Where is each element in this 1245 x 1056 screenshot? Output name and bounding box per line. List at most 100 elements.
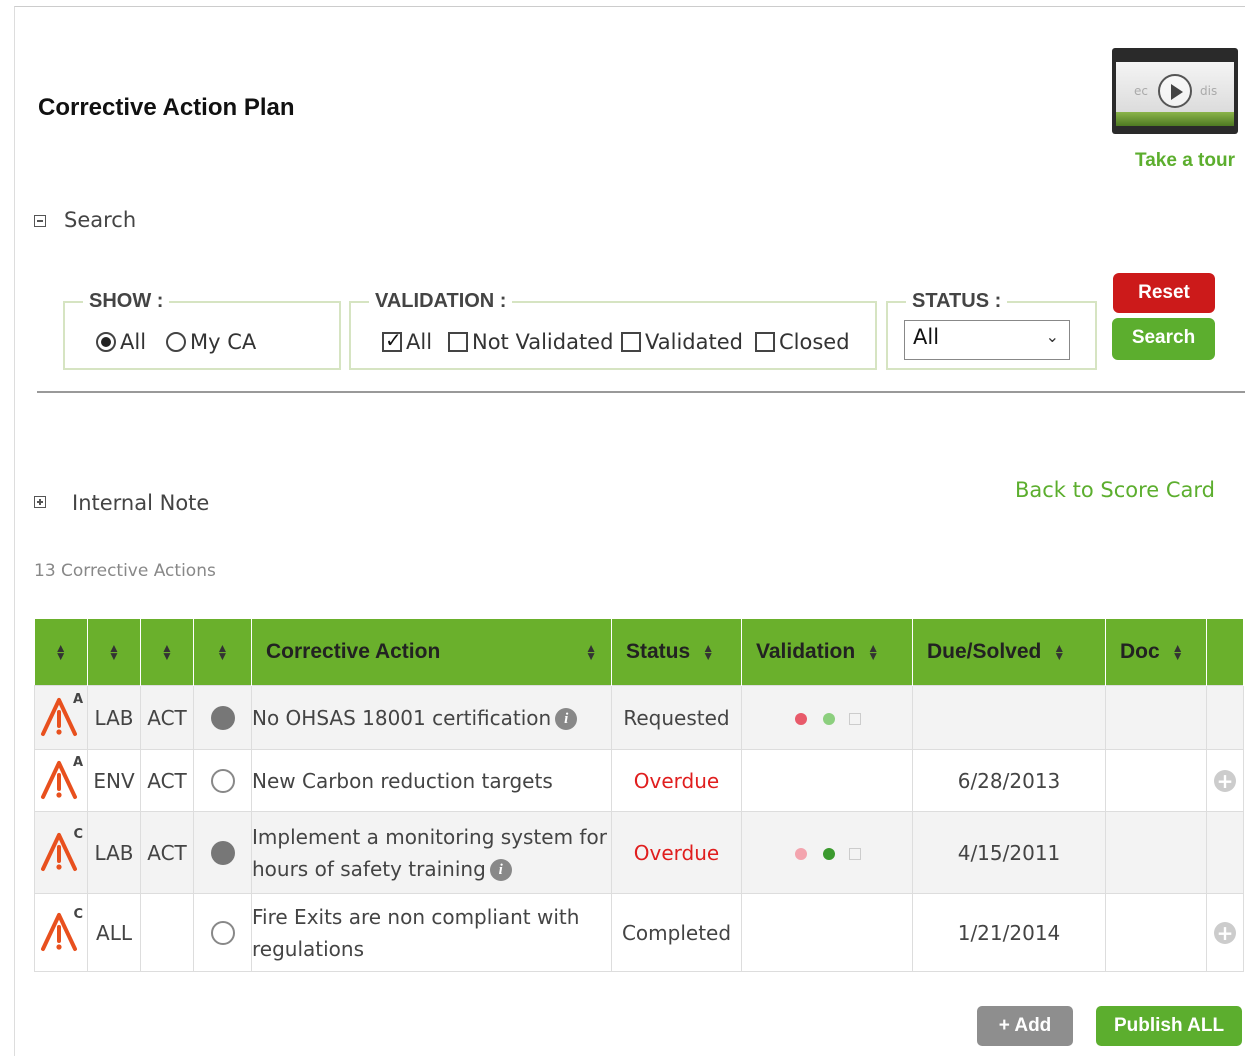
risk-letter: C (73, 906, 83, 922)
validation-option-all[interactable]: All (382, 328, 432, 354)
sort-column-4[interactable]: ▲ ▼ (193, 619, 252, 686)
table-row[interactable]: C ALL Fire Exits are non compliant with re… (34, 893, 1244, 972)
sort-icon: ▲ ▼ (1053, 641, 1066, 663)
add-button[interactable]: + Add (977, 1006, 1073, 1046)
show-option-all[interactable]: All (96, 330, 146, 354)
sort-icon: ▲ ▼ (161, 641, 173, 664)
validation-dot-1 (823, 713, 835, 725)
type-cell: ACT (140, 811, 194, 894)
radio-my-ca[interactable] (166, 332, 186, 352)
checkbox-validated[interactable] (621, 332, 641, 352)
take-a-tour-link[interactable]: Take a tour (1135, 150, 1235, 172)
header-doc[interactable]: Doc ▲ ▼ (1105, 619, 1207, 686)
type-cell: ACT (140, 685, 194, 750)
doc-cell (1105, 685, 1207, 750)
priority-cell (193, 749, 252, 812)
category-cell: LAB (87, 811, 141, 894)
back-to-score-card-link[interactable]: Back to Score Card (1015, 478, 1215, 502)
header-corrective-action[interactable]: Corrective Action ▲ ▼ (251, 619, 612, 686)
risk-letter: A (72, 754, 83, 770)
reset-button[interactable]: Reset (1113, 273, 1215, 313)
checkbox-not-validated[interactable] (448, 332, 468, 352)
thumbnail-watermark-left: ec (1134, 84, 1148, 98)
priority-circle-icon (210, 769, 235, 794)
show-option-my-ca[interactable]: My CA (166, 330, 256, 354)
corrective-action-link[interactable]: Fire Exits are non compliant with regula… (252, 905, 579, 961)
table-row[interactable]: A LAB ACT No OHSAS 18001 certification i Requ… (34, 685, 1244, 750)
status-select-value: All (913, 325, 940, 349)
risk-letter: A (72, 691, 83, 707)
corrective-action-link[interactable]: New Carbon reduction targets (252, 769, 553, 793)
corrective-action-link[interactable]: Implement a monitoring system for hours … (252, 825, 607, 881)
header-due-solved[interactable]: Due/Solved ▲ ▼ (912, 619, 1106, 686)
sort-column-2[interactable]: ▲ ▼ (87, 619, 141, 686)
show-legend: SHOW : (89, 290, 164, 312)
info-icon[interactable]: i (489, 859, 512, 881)
header-corrective-action-label: Corrective Action (266, 640, 441, 663)
radio-all-selected[interactable] (96, 332, 116, 352)
info-icon[interactable]: i (555, 708, 578, 730)
doc-cell (1105, 749, 1207, 812)
warning-icon: A (39, 692, 83, 740)
validation-closed-square (849, 713, 861, 725)
validation-cell (741, 811, 913, 894)
validation-cell (741, 685, 913, 750)
collapse-search-icon[interactable] (34, 215, 46, 227)
corrective-actions-count: 13 Corrective Actions (34, 561, 216, 581)
search-button[interactable]: Search (1112, 318, 1215, 360)
category-cell: ENV (87, 749, 141, 812)
risk-cell: C (34, 811, 88, 894)
tour-video-thumbnail[interactable]: ec dis (1112, 48, 1238, 134)
play-icon[interactable] (1158, 74, 1192, 108)
corrective-actions-table: ▲ ▼ ▲ ▼ ▲ ▼ ▲ ▼ Corrective Action ▲ ▼ Status ▲ ▼… (34, 619, 1244, 972)
search-section-label[interactable]: Search (64, 208, 136, 232)
priority-circle-icon (210, 706, 235, 731)
corrective-action-cell[interactable]: No OHSAS 18001 certification i (251, 685, 612, 750)
due-cell: 1/21/2014 (912, 893, 1106, 972)
sort-icon: ▲ ▼ (585, 641, 597, 663)
header-empty (1206, 619, 1244, 686)
corrective-action-cell[interactable]: Fire Exits are non compliant with regula… (251, 893, 612, 972)
checkbox-all-checked[interactable] (382, 328, 402, 352)
sort-column-3[interactable]: ▲ ▼ (140, 619, 194, 686)
category-cell: ALL (87, 893, 141, 972)
internal-note-label[interactable]: Internal Note (72, 491, 209, 515)
header-status[interactable]: Status ▲ ▼ (611, 619, 742, 686)
sort-icon: ▲ ▼ (216, 641, 229, 664)
checkbox-closed[interactable] (755, 332, 775, 352)
validation-dot-0 (795, 713, 807, 725)
validation-cell (741, 893, 913, 972)
due-cell: 4/15/2011 (912, 811, 1106, 894)
validation-option-not-validated[interactable]: Not Validated (448, 330, 613, 354)
corrective-action-cell[interactable]: New Carbon reduction targets (251, 749, 612, 812)
header-validation[interactable]: Validation ▲ ▼ (741, 619, 913, 686)
doc-cell (1105, 811, 1207, 894)
validation-cell (741, 749, 913, 812)
sort-column-1[interactable]: ▲ ▼ (34, 619, 88, 686)
risk-cell: C (34, 893, 88, 972)
table-header-row: ▲ ▼ ▲ ▼ ▲ ▼ ▲ ▼ Corrective Action ▲ ▼ Status ▲ ▼… (34, 619, 1244, 686)
header-status-label: Status (626, 640, 691, 663)
table-row[interactable]: C LAB ACT Implement a monitoring system for… (34, 811, 1244, 894)
corrective-action-cell[interactable]: Implement a monitoring system for hours … (251, 811, 612, 894)
expand-internal-note-icon[interactable] (34, 496, 46, 508)
sort-icon: ▲ ▼ (867, 641, 880, 663)
table-row[interactable]: A ENV ACT New Carbon reduction targets Overd… (34, 749, 1244, 812)
priority-cell (193, 893, 252, 972)
category-cell: LAB (87, 685, 141, 750)
publish-all-button[interactable]: Publish ALL (1096, 1006, 1242, 1046)
validation-legend: VALIDATION : (375, 290, 507, 312)
add-circle-icon[interactable]: + (1214, 769, 1236, 792)
status-select[interactable]: All ⌄ (904, 320, 1070, 360)
validation-option-closed[interactable]: Closed (755, 330, 850, 354)
validation-option-validated[interactable]: Validated (621, 330, 743, 354)
corrective-action-link[interactable]: No OHSAS 18001 certification (252, 706, 551, 730)
validation-not-validated-label: Not Validated (472, 330, 614, 354)
status-cell: Requested (611, 685, 742, 750)
due-cell (912, 685, 1106, 750)
sort-icon: ▲ ▼ (702, 641, 715, 663)
warning-icon: A (39, 755, 83, 803)
row-action-cell: + (1206, 893, 1244, 972)
add-circle-icon[interactable]: + (1214, 921, 1236, 944)
validation-dot-0 (795, 848, 807, 860)
